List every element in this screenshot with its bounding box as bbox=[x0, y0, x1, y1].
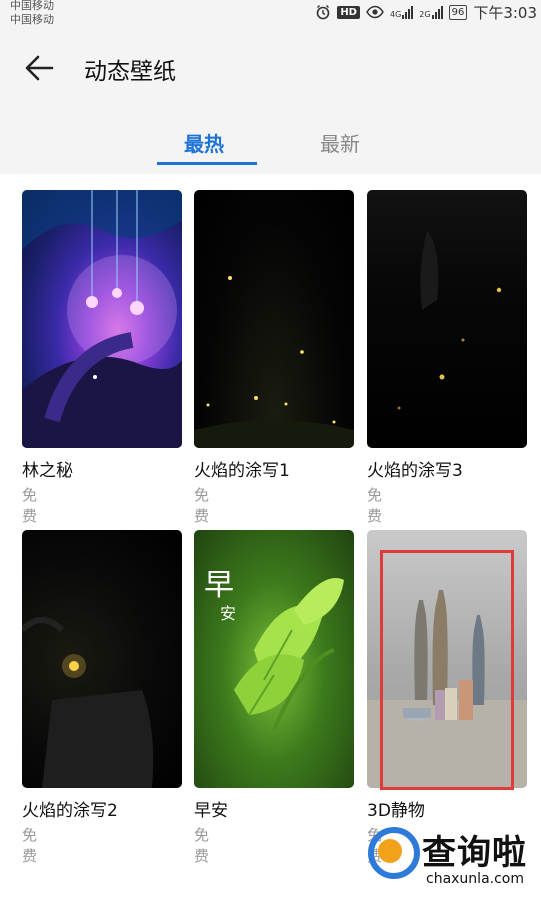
signal-1-label: 4G bbox=[389, 10, 402, 19]
signal-icon: 4G bbox=[389, 5, 414, 19]
watermark-logo: 查询啦 chaxunla.com bbox=[364, 825, 541, 895]
carrier-label-2: 中国移动 bbox=[10, 13, 54, 26]
wallpaper-thumbnail[interactable] bbox=[22, 530, 182, 788]
wallpaper-price: 免费 bbox=[367, 486, 383, 525]
highlight-box bbox=[380, 550, 514, 790]
signal-icon: 2G bbox=[419, 5, 443, 19]
wallpaper-name: 3D静物 bbox=[367, 801, 425, 821]
status-icons: HD 4G 2G 96 下午3:03 bbox=[315, 2, 537, 22]
clock: 下午3:03 bbox=[473, 3, 537, 22]
active-tab-indicator bbox=[157, 162, 257, 165]
overlay-text-zao: 早 bbox=[204, 568, 234, 603]
back-arrow-icon[interactable] bbox=[22, 50, 58, 86]
status-bar: 中国移动 中国移动 HD 4G 2G 96 下午3:03 bbox=[0, 0, 541, 34]
carrier-label-1: 中国移动 bbox=[10, 0, 54, 12]
wallpaper-name: 火焰的涂写3 bbox=[367, 461, 463, 481]
wallpaper-thumbnail[interactable] bbox=[367, 190, 527, 448]
overlay-text-an: 安 bbox=[220, 604, 237, 623]
watermark-url: chaxunla.com bbox=[426, 871, 524, 887]
wallpaper-name: 火焰的涂写2 bbox=[22, 801, 118, 821]
eye-icon bbox=[366, 5, 384, 19]
tab-new[interactable]: 最新 bbox=[320, 128, 360, 157]
hd-icon: HD bbox=[337, 5, 360, 19]
alarm-icon bbox=[315, 4, 331, 20]
wallpaper-thumbnail[interactable] bbox=[194, 190, 354, 448]
signal-2-label: 2G bbox=[419, 10, 431, 19]
app-header: 动态壁纸 最热 最新 bbox=[0, 34, 541, 174]
wallpaper-thumbnail[interactable] bbox=[22, 190, 182, 448]
wallpaper-price: 免费 bbox=[194, 826, 210, 865]
tab-hot[interactable]: 最热 bbox=[184, 128, 224, 157]
logo-dot-icon bbox=[378, 839, 402, 863]
watermark-title: 查询啦 bbox=[422, 833, 527, 873]
wallpaper-name: 林之秘 bbox=[22, 461, 73, 481]
wallpaper-price: 免费 bbox=[194, 486, 210, 525]
wallpaper-thumbnail[interactable]: 早 安 bbox=[194, 530, 354, 788]
wallpaper-price: 免费 bbox=[22, 486, 38, 525]
wallpaper-name: 早安 bbox=[194, 801, 228, 821]
page-title: 动态壁纸 bbox=[84, 59, 176, 85]
battery-icon: 96 bbox=[448, 4, 468, 20]
wallpaper-name: 火焰的涂写1 bbox=[194, 461, 290, 481]
wallpaper-price: 免费 bbox=[22, 826, 38, 865]
